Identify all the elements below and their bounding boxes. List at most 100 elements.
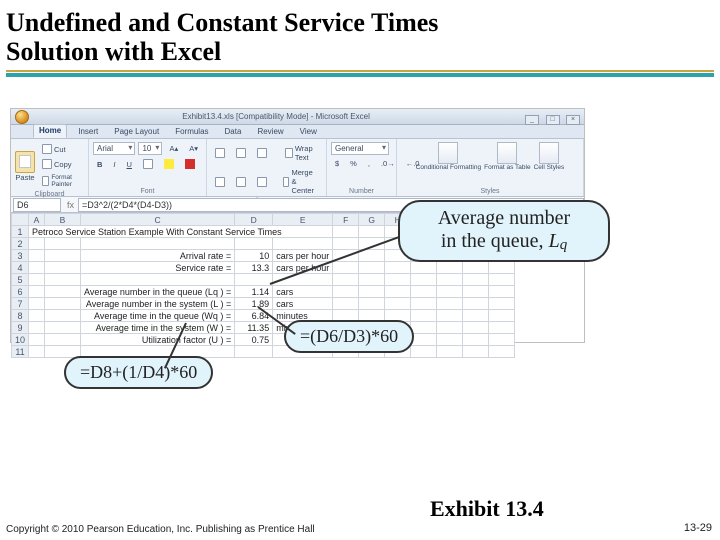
callout-formula-d8: =(D6/D3)*60 — [284, 320, 414, 353]
currency-button[interactable]: $ — [331, 157, 343, 170]
percent-button[interactable]: % — [346, 157, 361, 170]
fx-icon[interactable]: fx — [63, 200, 78, 210]
window-controls: _ □ × — [523, 108, 580, 126]
cell-styles-button[interactable]: Cell Styles — [534, 164, 565, 171]
table-row: 4 Service rate = 13.3 cars per hour — [12, 262, 515, 274]
number-format-select[interactable]: General — [331, 142, 389, 155]
cell-styles-icon[interactable] — [539, 142, 559, 164]
tab-view[interactable]: View — [295, 126, 322, 138]
grow-font-button[interactable]: A▴ — [165, 142, 182, 155]
tab-data[interactable]: Data — [220, 126, 247, 138]
format-as-table-icon[interactable] — [497, 142, 517, 164]
cell[interactable]: 1.89 — [235, 298, 273, 310]
title-rule — [6, 70, 714, 77]
copy-button[interactable]: Copy — [38, 157, 84, 171]
cell[interactable]: Arrival rate = — [81, 250, 235, 262]
cell[interactable]: 13.3 — [235, 262, 273, 274]
ribbon-tabs: Home Insert Page Layout Formulas Data Re… — [11, 125, 584, 139]
conditional-formatting-button[interactable]: Conditional Formatting — [416, 164, 481, 171]
underline-button[interactable]: U — [123, 158, 136, 171]
align-top-button[interactable] — [211, 146, 229, 160]
merge-center-button[interactable]: Merge & Center — [279, 166, 322, 197]
cell[interactable]: Petroco Service Station Example With Con… — [29, 226, 333, 238]
group-clipboard: Paste Cut Copy Format Painter Clipboard — [11, 139, 89, 196]
font-size-select[interactable]: 10 — [138, 142, 162, 155]
cell[interactable]: Service rate = — [81, 262, 235, 274]
wrap-icon — [285, 148, 293, 158]
cell[interactable]: 0.75 — [235, 334, 273, 346]
align-middle-button[interactable] — [232, 146, 250, 160]
callout-lq-sub: q — [560, 237, 568, 253]
excel-titlebar: Exhibit13.4.xls [Compatibility Mode] - M… — [11, 109, 584, 125]
group-styles: Conditional Formatting Format as Table C… — [397, 139, 584, 196]
format-as-table-button[interactable]: Format as Table — [484, 164, 530, 171]
table-row: 9 Average time in the system (W ) = 11.3… — [12, 322, 515, 334]
col-A[interactable]: A — [29, 214, 45, 226]
increase-decimal-button[interactable]: .0→ — [377, 157, 399, 170]
format-painter-button[interactable]: Format Painter — [38, 172, 84, 190]
align-right-button[interactable] — [253, 175, 271, 189]
minimize-button[interactable]: _ — [525, 115, 539, 125]
align-bottom-button[interactable] — [253, 146, 271, 160]
office-orb-icon[interactable] — [15, 110, 29, 124]
group-alignment: Wrap Text Merge & Center Alignment — [207, 139, 327, 196]
wrap-text-button[interactable]: Wrap Text — [281, 142, 322, 164]
cell[interactable]: 10 — [235, 250, 273, 262]
align-left-icon — [215, 177, 225, 187]
fill-color-button[interactable] — [160, 157, 178, 171]
cell[interactable]: cars — [273, 298, 333, 310]
align-center-button[interactable] — [232, 175, 250, 189]
maximize-button[interactable]: □ — [546, 115, 560, 125]
cell[interactable]: cars — [273, 286, 333, 298]
cell[interactable]: Average number in the queue (Lq ) = — [81, 286, 235, 298]
cell[interactable]: Average time in the queue (Wq ) = — [81, 310, 235, 322]
tab-home[interactable]: Home — [33, 124, 67, 138]
paste-button[interactable]: Paste — [15, 173, 34, 182]
group-label-styles: Styles — [401, 187, 579, 195]
col-C[interactable]: C — [81, 214, 235, 226]
cut-button[interactable]: Cut — [38, 142, 84, 156]
col-G[interactable]: G — [359, 214, 385, 226]
tab-review[interactable]: Review — [252, 126, 288, 138]
align-left-button[interactable] — [211, 175, 229, 189]
callout-formula-d8-text: =(D6/D3)*60 — [300, 326, 398, 347]
font-name-select[interactable]: Arial — [93, 142, 135, 155]
close-button[interactable]: × — [566, 115, 580, 125]
shrink-font-button[interactable]: A▾ — [185, 142, 202, 155]
tab-insert[interactable]: Insert — [73, 126, 103, 138]
ribbon: Paste Cut Copy Format Painter Clipboard … — [11, 139, 584, 197]
col-F[interactable]: F — [333, 214, 359, 226]
callout-lq-line1: Average number — [438, 207, 570, 229]
border-icon — [143, 159, 153, 169]
title-line-1: Undefined and Constant Service Times — [6, 8, 714, 37]
scissors-icon — [42, 144, 52, 154]
col-B[interactable]: B — [45, 214, 81, 226]
cell[interactable]: cars per hour — [273, 250, 333, 262]
col-E[interactable]: E — [273, 214, 333, 226]
cell[interactable]: Average time in the system (W ) = — [81, 322, 235, 334]
tab-formulas[interactable]: Formulas — [170, 126, 213, 138]
italic-button[interactable]: I — [109, 158, 119, 171]
bold-button[interactable]: B — [93, 158, 106, 171]
group-label-font: Font — [93, 187, 202, 195]
font-color-button[interactable] — [181, 157, 199, 171]
conditional-formatting-icon[interactable] — [438, 142, 458, 164]
group-label-number: Number — [331, 187, 392, 195]
comma-button[interactable]: , — [364, 157, 374, 170]
title-line-2: Solution with Excel — [6, 37, 714, 66]
cell[interactable]: Utilization factor (U ) = — [81, 334, 235, 346]
cell[interactable]: 1.14 — [235, 286, 273, 298]
tab-page-layout[interactable]: Page Layout — [109, 126, 164, 138]
name-box[interactable]: D6 — [13, 198, 61, 212]
fill-color-icon — [164, 159, 174, 169]
paste-icon[interactable] — [15, 151, 35, 173]
table-row: 10 Utilization factor (U ) = 0.75 — [12, 334, 515, 346]
page-number: 13-29 — [684, 522, 712, 534]
border-button[interactable] — [139, 157, 157, 171]
cell[interactable]: Average number in the system (L ) = — [81, 298, 235, 310]
callout-lq-L: L — [549, 230, 560, 252]
cell[interactable]: 11.35 — [235, 322, 273, 334]
align-center-icon — [236, 177, 246, 187]
align-middle-icon — [236, 148, 246, 158]
col-D[interactable]: D — [235, 214, 273, 226]
